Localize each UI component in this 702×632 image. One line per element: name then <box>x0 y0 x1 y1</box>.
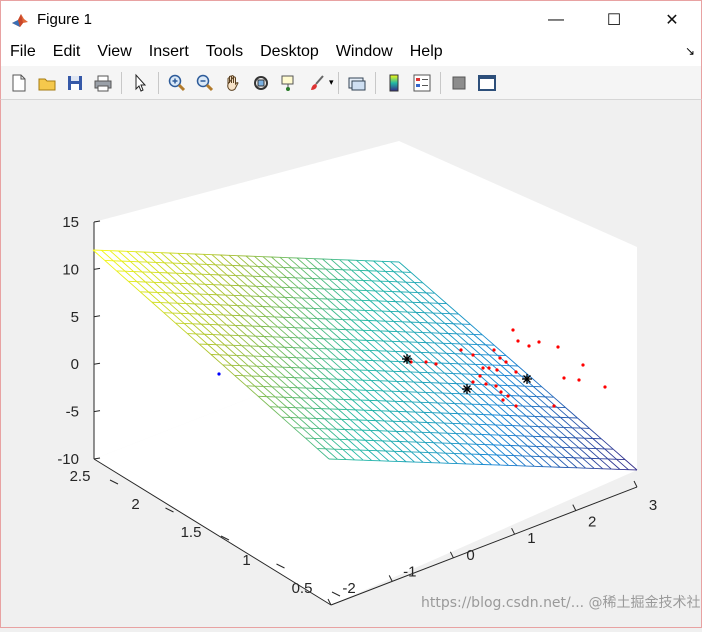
toolbar-separator <box>121 72 122 94</box>
red-data-point <box>494 384 497 387</box>
save-icon[interactable] <box>63 71 87 95</box>
red-data-point <box>581 363 584 366</box>
close-button[interactable]: ✕ <box>643 1 701 39</box>
z-tick-label: 15 <box>62 214 79 231</box>
toolbar-separator <box>338 72 339 94</box>
insert-colorbar-icon[interactable] <box>382 71 406 95</box>
z-tick-label: 10 <box>62 261 79 278</box>
red-data-point <box>487 366 490 369</box>
y-tick-label: 1.5 <box>181 524 202 541</box>
toolbar-separator <box>158 72 159 94</box>
red-data-point <box>495 368 498 371</box>
edit-plot-arrow-icon[interactable] <box>128 71 152 95</box>
x-tick-label: 3 <box>649 497 657 514</box>
y-tick-label: 2 <box>131 496 139 513</box>
red-data-point <box>499 390 502 393</box>
matlab-logo-icon <box>11 11 29 29</box>
menu-tools[interactable]: Tools <box>197 43 251 61</box>
z-tick-label: -5 <box>66 404 79 421</box>
x-tick-mark <box>450 552 453 558</box>
red-data-point <box>484 382 487 385</box>
y-tick-label: 0.5 <box>292 580 313 597</box>
show-plot-tools-icon[interactable] <box>475 71 499 95</box>
red-data-point <box>471 353 474 356</box>
red-data-point <box>478 374 481 377</box>
3d-plot[interactable]: -10-50510152.521.510.5-2-10123 https://b… <box>1 100 701 627</box>
red-data-point <box>577 378 580 381</box>
red-data-point <box>511 328 514 331</box>
red-data-point <box>537 340 540 343</box>
y-tick-label: 2.5 <box>70 468 91 485</box>
pan-hand-icon[interactable] <box>221 71 245 95</box>
black-star-marker <box>402 354 412 364</box>
window-controls: — ☐ ✕ <box>527 1 701 39</box>
y-tick-label: 1 <box>242 552 250 569</box>
black-star-marker <box>522 374 532 384</box>
red-data-point <box>562 376 565 379</box>
red-data-point <box>514 370 517 373</box>
x-tick-label: 1 <box>527 530 535 547</box>
red-data-point <box>514 404 517 407</box>
red-data-point <box>527 344 530 347</box>
minimize-button[interactable]: — <box>527 1 585 39</box>
brush-icon[interactable] <box>305 71 329 95</box>
open-file-icon[interactable] <box>35 71 59 95</box>
red-data-point <box>498 356 501 359</box>
blue-data-point <box>217 372 220 375</box>
red-data-point <box>603 385 606 388</box>
menu-desktop[interactable]: Desktop <box>251 43 327 61</box>
x-tick-mark <box>634 481 637 487</box>
figure-toolbar: ▾ <box>0 66 702 100</box>
black-star-marker <box>462 384 472 394</box>
hide-plot-tools-icon[interactable] <box>447 71 471 95</box>
x-tick-label: 0 <box>466 547 474 564</box>
red-data-point <box>504 360 507 363</box>
print-icon[interactable] <box>91 71 115 95</box>
zoom-in-icon[interactable] <box>165 71 189 95</box>
x-tick-mark <box>512 528 515 534</box>
red-data-point <box>556 345 559 348</box>
red-data-point <box>516 339 519 342</box>
red-data-point <box>481 366 484 369</box>
red-data-point <box>434 362 437 365</box>
red-data-point <box>459 348 462 351</box>
watermark-text: https://blog.csdn.net/... @稀土掘金技术社区 <box>421 595 701 611</box>
brush-dropdown-icon[interactable]: ▾ <box>329 77 334 88</box>
toolbar-separator <box>375 72 376 94</box>
menu-edit[interactable]: Edit <box>44 43 89 61</box>
dock-figure-icon[interactable]: ↘ <box>685 44 695 58</box>
menu-bar: File Edit View Insert Tools Desktop Wind… <box>0 38 702 66</box>
maximize-button[interactable]: ☐ <box>585 1 643 39</box>
y-tick-mark <box>166 508 174 512</box>
y-tick-mark <box>110 480 118 484</box>
menu-help[interactable]: Help <box>401 43 451 61</box>
x-tick-mark <box>573 505 576 511</box>
red-data-point <box>471 380 474 383</box>
red-data-point <box>552 404 555 407</box>
window-title: Figure 1 <box>37 11 92 28</box>
red-data-point <box>424 360 427 363</box>
red-data-point <box>501 398 504 401</box>
window-titlebar: Figure 1 — ☐ ✕ <box>0 0 702 38</box>
data-cursor-icon[interactable] <box>277 71 301 95</box>
zoom-out-icon[interactable] <box>193 71 217 95</box>
insert-legend-icon[interactable] <box>410 71 434 95</box>
red-data-point <box>492 348 495 351</box>
x-tick-label: 2 <box>588 514 596 531</box>
red-data-point <box>506 394 509 397</box>
z-tick-label: -10 <box>57 451 79 468</box>
toolbar-separator <box>440 72 441 94</box>
menu-file[interactable]: File <box>1 43 44 61</box>
x-tick-label: -1 <box>403 563 416 580</box>
menu-insert[interactable]: Insert <box>140 43 197 61</box>
menu-view[interactable]: View <box>88 43 139 61</box>
x-tick-label: -2 <box>342 580 355 597</box>
figure-canvas[interactable]: -10-50510152.521.510.5-2-10123 https://b… <box>0 100 702 628</box>
z-tick-label: 0 <box>71 356 79 373</box>
link-plot-icon[interactable] <box>345 71 369 95</box>
menu-window[interactable]: Window <box>327 43 401 61</box>
z-tick-label: 5 <box>71 309 79 326</box>
new-figure-icon[interactable] <box>7 71 31 95</box>
rotate-3d-icon[interactable] <box>249 71 273 95</box>
